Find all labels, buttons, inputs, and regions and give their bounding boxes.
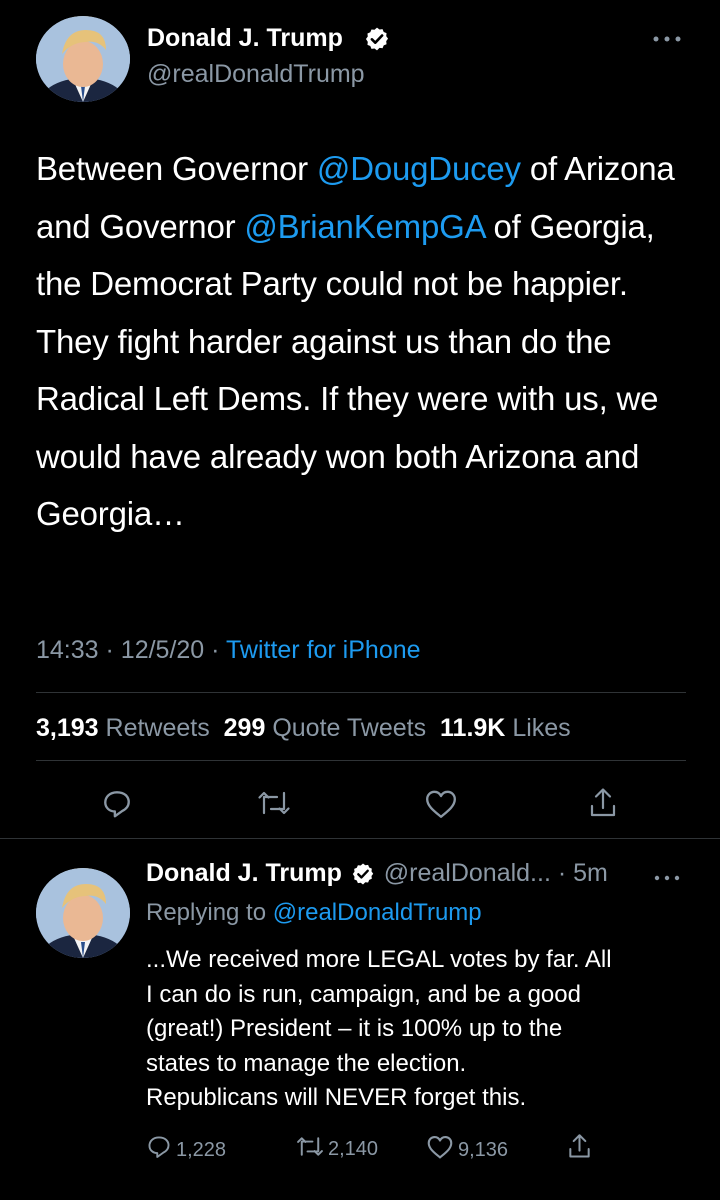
likes-label: Likes	[512, 714, 571, 742]
reply-share-button[interactable]	[567, 1132, 592, 1167]
reply-icon	[146, 1134, 172, 1166]
reply-reply-button[interactable]: 1,228	[146, 1134, 226, 1166]
retweet-icon	[296, 1134, 324, 1165]
like-count: 9,136	[458, 1138, 509, 1161]
tweet-meta: 14:33 · 12/5/20 · Twitter for iPhone	[36, 636, 421, 665]
retweet-icon[interactable]	[257, 788, 291, 818]
mention-link[interactable]: @DougDucey	[317, 150, 521, 187]
divider	[36, 760, 686, 761]
likes-stat[interactable]: 11.9K Likes	[440, 714, 571, 742]
reply-display-name[interactable]: Donald J. Trump	[146, 859, 342, 887]
tweet-stats: 3,193 Retweets 299 Quote Tweets 11.9K Li…	[36, 714, 571, 743]
reply-text-line: I can do is run, campaign, and be a good	[146, 980, 581, 1008]
tweet-date: 12/5/20	[120, 636, 205, 664]
reply-text-line: ...We received more LEGAL votes by far. …	[146, 946, 612, 973]
meta-separator: ·	[211, 636, 220, 664]
quotes-stat[interactable]: 299 Quote Tweets	[224, 714, 426, 742]
quotes-count: 299	[223, 714, 266, 742]
more-horizontal-icon[interactable]	[652, 870, 682, 881]
user-handle[interactable]: @realDonaldTrump	[147, 60, 365, 89]
more-horizontal-icon[interactable]	[650, 32, 684, 44]
retweet-count: 2,140	[328, 1138, 379, 1160]
display-name[interactable]: Donald J. Trump	[147, 24, 343, 53]
divider	[0, 838, 720, 839]
reply-retweet-button[interactable]: 2,140	[296, 1134, 378, 1165]
divider	[36, 692, 686, 693]
reply-count: 1,228	[176, 1138, 227, 1161]
replying-to: Replying to @realDonaldTrump	[146, 899, 482, 927]
reply-handle[interactable]: @realDonald...	[384, 859, 551, 887]
reply-icon[interactable]	[101, 788, 133, 820]
reply-age[interactable]: 5m	[573, 859, 608, 887]
mention-link[interactable]: @BrianKempGA	[244, 208, 484, 245]
retweets-stat[interactable]: 3,193 Retweets	[36, 714, 210, 742]
retweets-label: Retweets	[105, 714, 210, 742]
reply-avatar[interactable]	[36, 868, 130, 958]
avatar[interactable]	[36, 16, 130, 102]
tweet-text-segment: of Georgia, the Democrat Party could not…	[36, 207, 659, 533]
tweet-text-segment: Between Governor	[36, 150, 317, 187]
meta-separator: ·	[557, 859, 567, 887]
replying-handle-link[interactable]: @realDonaldTrump	[273, 899, 482, 926]
reply-like-button[interactable]: 9,136	[426, 1134, 508, 1166]
meta-separator: ·	[105, 636, 114, 664]
tweet-time: 14:33	[36, 636, 99, 664]
share-icon	[567, 1132, 592, 1167]
verified-badge-icon	[351, 862, 375, 886]
like-icon	[426, 1134, 454, 1166]
verified-badge-icon	[364, 26, 390, 52]
reply-text: ...We received more LEGAL votes by far. …	[146, 943, 612, 1116]
likes-count: 11.9K	[440, 714, 506, 742]
reply-header: Donald J. Trump @realDonald... · 5m	[146, 859, 608, 888]
retweets-count: 3,193	[36, 714, 99, 742]
reply-text-line: Republicans will NEVER forget this.	[146, 1084, 527, 1111]
tweet-source-link[interactable]: Twitter for iPhone	[226, 636, 421, 664]
quotes-label: Quote Tweets	[272, 714, 427, 742]
share-icon[interactable]	[588, 786, 618, 820]
replying-prefix: Replying to	[146, 899, 267, 926]
like-icon[interactable]	[424, 788, 458, 820]
reply-text-line: (great!) President – it is 100% up to th…	[146, 1015, 563, 1042]
reply-text-line: states to manage the election.	[146, 1049, 467, 1077]
tweet-text: Between Governor @DougDucey of Arizona a…	[36, 140, 691, 543]
